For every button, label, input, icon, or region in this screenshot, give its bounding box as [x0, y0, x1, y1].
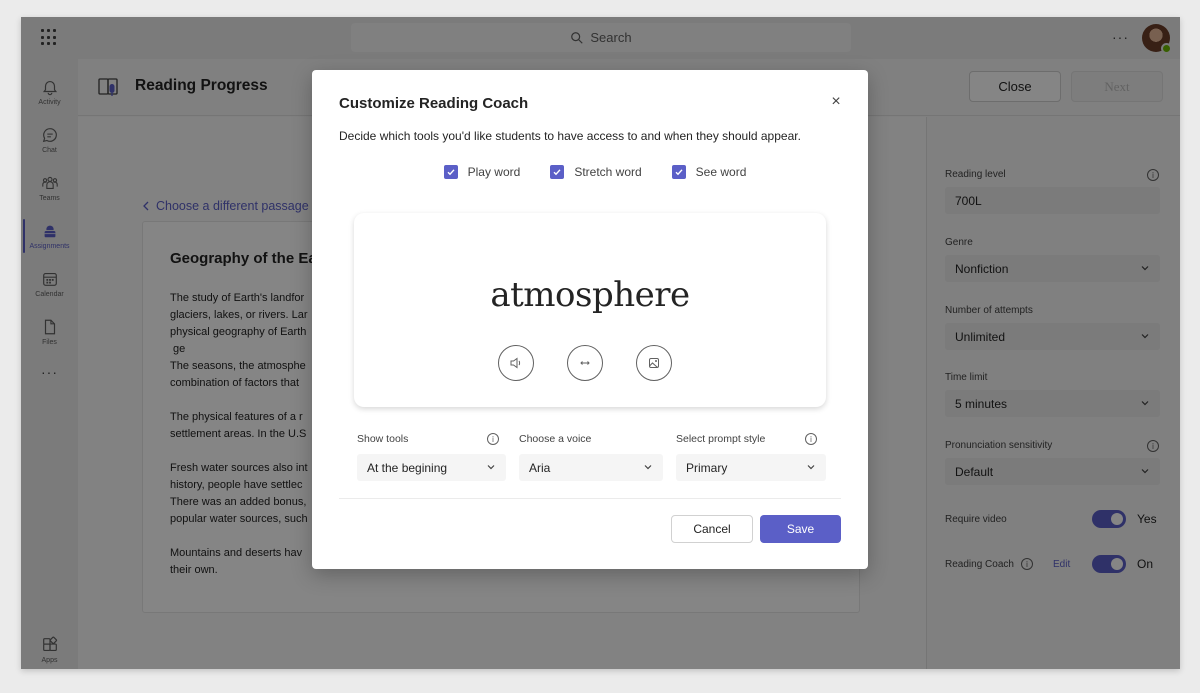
- see-word-button[interactable]: [636, 345, 672, 381]
- stretch-word-checkbox[interactable]: Stretch word: [550, 165, 642, 179]
- show-tools-dropdown[interactable]: At the begining: [357, 454, 506, 481]
- info-icon[interactable]: i: [487, 433, 499, 445]
- close-icon[interactable]: ×: [828, 94, 844, 110]
- checkbox-label: Play word: [467, 165, 521, 179]
- tool-checkboxes: Play word Stretch word See word: [312, 165, 868, 179]
- show-tools-value: At the begining: [367, 460, 448, 475]
- see-word-checkbox[interactable]: See word: [671, 165, 747, 179]
- voice-value: Aria: [529, 460, 551, 475]
- chevron-down-icon: [807, 465, 815, 470]
- cancel-button[interactable]: Cancel: [671, 515, 753, 543]
- word-preview-card: atmosphere: [354, 213, 826, 407]
- checkbox-checked-icon[interactable]: [550, 165, 565, 179]
- chevron-down-icon: [644, 465, 652, 470]
- chevron-down-icon: [487, 465, 495, 470]
- info-icon[interactable]: i: [805, 433, 817, 445]
- stretch-word-button[interactable]: [567, 345, 603, 381]
- show-tools-label: Show tools: [357, 433, 409, 445]
- checkbox-label: Stretch word: [574, 165, 642, 179]
- save-button[interactable]: Save: [760, 515, 841, 543]
- dialog-divider: [339, 498, 841, 499]
- prompt-style-dropdown[interactable]: Primary: [676, 454, 826, 481]
- preview-word: atmosphere: [490, 275, 690, 315]
- speaker-icon: [510, 357, 521, 369]
- image-icon: [649, 358, 659, 368]
- customize-reading-coach-dialog: Customize Reading Coach × Decide which t…: [312, 70, 868, 569]
- play-word-button[interactable]: [498, 345, 534, 381]
- checkbox-checked-icon[interactable]: [671, 165, 686, 179]
- voice-label: Choose a voice: [519, 433, 592, 445]
- play-word-checkbox[interactable]: Play word: [443, 165, 521, 179]
- checkbox-label: See word: [695, 165, 747, 179]
- dialog-description: Decide which tools you'd like students t…: [339, 129, 801, 143]
- checkbox-checked-icon[interactable]: [443, 165, 458, 179]
- prompt-style-value: Primary: [686, 460, 728, 475]
- stretch-arrows-icon: [580, 361, 590, 365]
- voice-dropdown[interactable]: Aria: [519, 454, 663, 481]
- prompt-style-label: Select prompt style: [676, 433, 766, 445]
- dialog-title: Customize Reading Coach: [339, 95, 529, 112]
